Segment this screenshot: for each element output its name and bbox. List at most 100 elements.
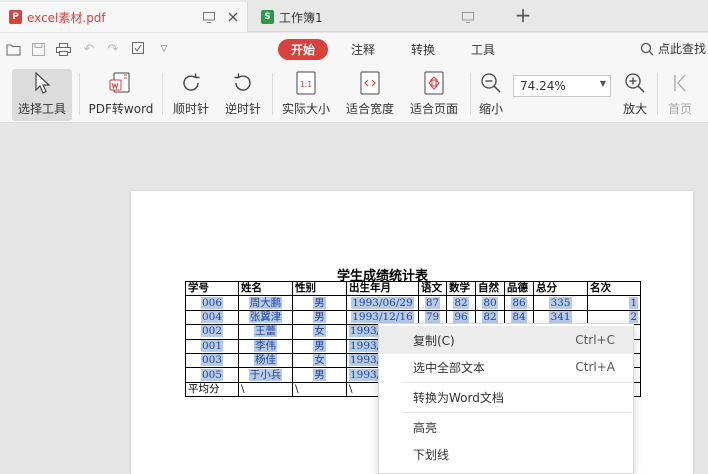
separator <box>79 73 80 115</box>
table-cell: 女 <box>292 352 347 369</box>
table-cell: 男 <box>292 309 347 326</box>
rotate-counterclockwise-icon <box>218 69 268 97</box>
separator <box>657 73 658 115</box>
zoom-out-label: 缩小 <box>478 102 503 116</box>
save-icon[interactable] <box>29 40 47 58</box>
fit-page-button[interactable]: 适合页面 <box>404 69 464 121</box>
table-cell: 于小兵 <box>238 367 293 383</box>
menu-item-label: 选中全部文本 <box>413 360 486 375</box>
zoom-in-icon <box>618 69 652 97</box>
menu-item-shortcut: Ctrl+A <box>575 360 615 374</box>
zoom-out-button[interactable]: 缩小 <box>474 69 508 121</box>
table-cell: 周大鹏 <box>238 295 293 311</box>
menu-item-shortcut: Ctrl+C <box>575 333 615 347</box>
tab-tools[interactable]: 工具 <box>463 39 503 60</box>
fit-width-button[interactable]: 适合宽度 <box>340 69 400 121</box>
zoom-in-label: 放大 <box>622 102 647 116</box>
menu-item-label: 转换为Word文档 <box>413 390 504 405</box>
ribbon-toolbar: 选择工具 PDF转word 顺时针 逆时针 1:1 实际大小 适合宽度 适合页面… <box>0 65 708 123</box>
open-folder-icon[interactable] <box>4 40 22 58</box>
table-cell: 004 <box>185 309 239 326</box>
table-cell: 李伟 <box>238 338 293 354</box>
table-cell: 男 <box>292 338 347 354</box>
table-cell: 80 <box>475 295 505 311</box>
tab-workbook[interactable]: S 工作簿1 <box>252 2 504 32</box>
zoom-level-select[interactable]: 74.24% ▼ <box>513 75 611 97</box>
search-icon <box>640 42 654 55</box>
menu-item-label: 高亮 <box>413 420 438 435</box>
first-page-label: 首页 <box>667 102 692 116</box>
header-cell: 语文 <box>418 280 447 297</box>
rotate-counterclockwise-label: 逆时针 <box>224 102 261 116</box>
menu-item-convert-to-word[interactable]: 转换为Word文档 <box>379 383 633 411</box>
menu-item-copy[interactable]: 复制(C) Ctrl+C <box>379 326 633 354</box>
monitor-icon[interactable] <box>458 7 478 27</box>
first-page-button[interactable]: 首页 <box>662 69 698 121</box>
monitor-icon[interactable] <box>199 7 219 27</box>
pdf-to-word-label: PDF转word <box>88 102 154 116</box>
dropdown-arrow-icon: ▼ <box>599 79 606 88</box>
header-cell: 自然 <box>475 280 505 297</box>
header-cell: 数学 <box>446 280 476 297</box>
close-icon[interactable] <box>223 7 243 27</box>
redo-icon[interactable]: ↷ <box>104 40 122 58</box>
table-header-row: 学号 姓名 性别 出生年月 语文 数学 自然 品德 总分 名次 <box>185 280 641 297</box>
tab-start[interactable]: 开始 <box>278 39 328 60</box>
tab-convert[interactable]: 转换 <box>403 39 443 60</box>
separator <box>162 73 163 115</box>
table-cell: 005 <box>185 367 239 383</box>
rotate-clockwise-button[interactable]: 顺时针 <box>166 69 216 121</box>
table-cell: 女 <box>292 324 347 340</box>
zoom-level-value: 74.24% <box>520 79 566 93</box>
header-cell: 品德 <box>504 280 534 297</box>
menu-item-underline[interactable]: 下划线 <box>379 440 633 468</box>
rotate-counterclockwise-button[interactable]: 逆时针 <box>218 69 268 121</box>
table-cell: 1993/06/29 <box>346 295 419 311</box>
pdf-file-icon: P <box>9 10 22 24</box>
header-cell: 学号 <box>185 280 239 297</box>
table-cell: \ <box>238 381 293 398</box>
table-cell: 006 <box>185 295 239 311</box>
table-cell: 001 <box>185 338 239 354</box>
actual-size-glyph: 1:1 <box>300 80 312 89</box>
header-cell: 出生年月 <box>346 280 419 297</box>
chevron-down-icon[interactable]: ▽ <box>155 40 173 58</box>
header-cell: 总分 <box>533 280 588 297</box>
spreadsheet-file-icon: S <box>261 10 274 24</box>
tab-annotate[interactable]: 注释 <box>343 39 383 60</box>
tab-label: 工作簿1 <box>279 10 323 25</box>
menu-item-label: 下划线 <box>413 447 450 462</box>
pdf-to-word-icon <box>86 69 156 97</box>
table-cell: 平均分 <box>185 381 239 398</box>
table-cell: 002 <box>185 324 239 340</box>
header-cell: 名次 <box>587 280 641 297</box>
select-tool-button[interactable]: 选择工具 <box>12 69 72 121</box>
table-cell: \ <box>292 381 347 398</box>
tab-pdf[interactable]: P excel素材.pdf <box>0 2 248 32</box>
cursor-arrow-icon <box>12 69 72 97</box>
table-cell: 335 <box>533 295 588 311</box>
header-cell: 姓名 <box>238 280 293 297</box>
header-cell: 性别 <box>292 280 347 297</box>
zoom-in-button[interactable]: 放大 <box>618 69 652 121</box>
table-cell: 82 <box>446 295 476 311</box>
actual-size-button[interactable]: 1:1 实际大小 <box>278 69 334 121</box>
menu-row: ↶ ↷ ▽ 开始 注释 转换 工具 点此查找 <box>0 33 708 65</box>
table-cell: 杨佳 <box>238 352 293 369</box>
actual-size-label: 实际大小 <box>281 102 330 116</box>
tab-label: excel素材.pdf <box>27 10 106 25</box>
fit-page-icon <box>404 69 464 97</box>
first-page-icon <box>662 69 698 97</box>
pdf-to-word-button[interactable]: PDF转word <box>86 69 156 121</box>
menu-item-highlight[interactable]: 高亮 <box>379 413 633 441</box>
export-icon[interactable] <box>130 40 148 58</box>
new-tab-plus-icon[interactable]: + <box>512 3 534 27</box>
menu-item-select-all[interactable]: 选中全部文本 Ctrl+A <box>379 353 633 381</box>
separator <box>470 73 471 115</box>
undo-icon[interactable]: ↶ <box>80 40 98 58</box>
table-row: 006 周大鹏 男 1993/06/29 87 82 80 86 335 1 <box>185 295 641 311</box>
search-box[interactable]: 点此查找 <box>640 40 706 57</box>
print-icon[interactable] <box>54 40 72 58</box>
table-cell: 张翼津 <box>238 309 293 326</box>
zoom-out-icon <box>474 69 508 97</box>
